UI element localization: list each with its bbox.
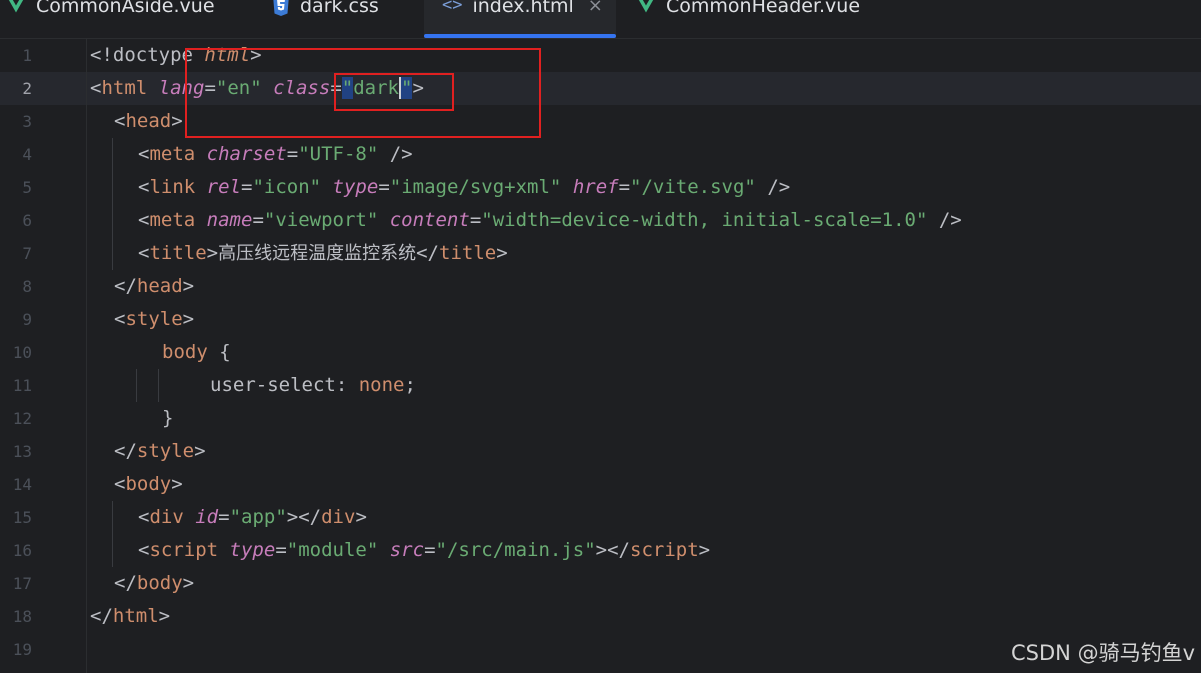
- line-number: 3: [22, 112, 32, 131]
- tab-dark-css[interactable]: dark.css: [272, 0, 379, 38]
- code-line-8: </head>: [114, 275, 195, 297]
- line-number: 11: [12, 376, 32, 395]
- line-number: 1: [22, 46, 32, 65]
- gutter-divider: [86, 39, 87, 673]
- code-line-9: <style>: [114, 308, 195, 330]
- code-line-4: <meta charset="UTF-8" />: [138, 143, 413, 165]
- line-number: 8: [22, 277, 32, 296]
- line-number: 15: [12, 508, 32, 527]
- indent-guide: [136, 369, 137, 402]
- tab-commonaside-vue[interactable]: CommonAside.vue: [6, 0, 215, 38]
- indent-guide: [158, 369, 159, 402]
- code-line-7: <title>高压线远程温度监控系统</title>: [138, 242, 508, 264]
- code-line-6: <meta name="viewport" content="width=dev…: [138, 209, 962, 231]
- ide-window: CommonAside.vue dark.css <> index.html ×…: [0, 0, 1201, 673]
- line-number: 6: [22, 211, 32, 230]
- line-number: 13: [12, 442, 32, 461]
- csdn-watermark: CSDN @骑马钓鱼v: [1011, 641, 1195, 665]
- active-tab-indicator: [424, 34, 616, 38]
- code-line-5: <link rel="icon" type="image/svg+xml" hr…: [138, 176, 791, 198]
- code-line-14: <body>: [114, 473, 183, 495]
- code-line-17: </body>: [114, 572, 195, 594]
- code-line-18: </html>: [90, 605, 171, 627]
- line-number: 7: [22, 244, 32, 263]
- indent-guide: [112, 138, 113, 270]
- code-line-15: <div id="app"></div>: [138, 506, 367, 528]
- css-icon: [272, 0, 290, 17]
- line-number: 5: [22, 178, 32, 197]
- line-number: 2: [22, 79, 32, 98]
- line-number: 16: [12, 541, 32, 560]
- tab-label: index.html: [472, 0, 574, 17]
- tab-commonheader-vue[interactable]: CommonHeader.vue: [636, 0, 860, 38]
- tab-label: CommonAside.vue: [36, 0, 215, 17]
- code-line-16: <script type="module" src="/src/main.js"…: [138, 539, 711, 561]
- indent-guide: [112, 501, 113, 567]
- code-editor[interactable]: 1 2 3 4 5 6 7 8 9 10 11 12 13 14 15 16 1…: [0, 39, 1201, 673]
- vue-icon: [636, 0, 656, 13]
- line-number: 9: [22, 310, 32, 329]
- line-number: 10: [12, 343, 32, 362]
- line-number: 18: [12, 607, 32, 626]
- tab-label: dark.css: [300, 0, 379, 17]
- tab-index-html[interactable]: <> index.html ×: [424, 0, 616, 38]
- line-number: 19: [12, 640, 32, 659]
- code-line-13: </style>: [114, 440, 206, 462]
- vue-icon: [6, 0, 26, 13]
- code-line-11: user-select: none;: [210, 374, 416, 396]
- close-icon[interactable]: ×: [588, 0, 603, 16]
- code-line-10: body {: [162, 341, 231, 363]
- tab-label: CommonHeader.vue: [666, 0, 861, 17]
- code-line-12: }: [162, 407, 174, 429]
- line-number: 17: [12, 574, 32, 593]
- html-icon: <>: [442, 0, 463, 15]
- code-line-3: <head>: [114, 110, 183, 132]
- line-number: 12: [12, 409, 32, 428]
- editor-tab-bar: CommonAside.vue dark.css <> index.html ×…: [0, 0, 1201, 39]
- line-number-gutter: 1 2 3 4 5 6 7 8 9 10 11 12 13 14 15 16 1…: [0, 39, 60, 673]
- line-number: 4: [22, 145, 32, 164]
- line-number: 14: [12, 475, 32, 494]
- annotation-box-inner: [334, 73, 454, 111]
